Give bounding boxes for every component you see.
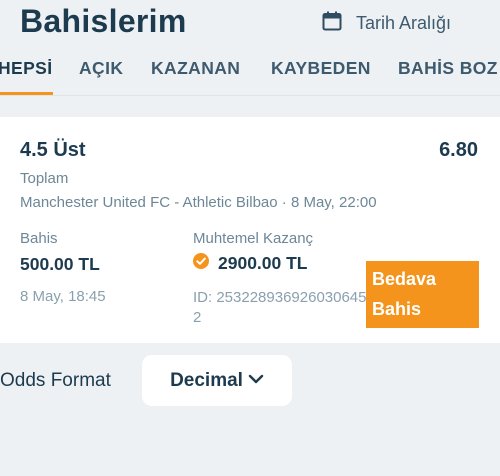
page-title: Bahislerim	[20, 3, 187, 39]
tab-lost[interactable]: KAYBEDEN	[271, 58, 371, 79]
bet-selection: 4.5 Üst	[20, 139, 86, 161]
filter-tabs: HEPSİ AÇIK KAZANAN KAYBEDEN BAHİS BOZ	[0, 58, 500, 96]
header: Bahislerim Tarih Aralığı HEPSİ AÇIK KAZA…	[0, 0, 500, 96]
date-range-filter[interactable]: Tarih Aralığı	[322, 11, 451, 36]
check-circle-icon	[193, 253, 209, 274]
chevron-down-icon	[243, 372, 264, 390]
bet-placed-time: 8 May, 18:45	[20, 288, 106, 305]
free-bet-badge: Bedava Bahis	[366, 261, 479, 328]
bet-market: Toplam	[20, 170, 69, 187]
potential-win-label: Muhtemel Kazanç	[193, 230, 314, 247]
bet-odds: 6.80	[439, 139, 478, 161]
date-range-label: Tarih Aralığı	[356, 13, 452, 33]
bet-card[interactable]: 4.5 Üst 6.80 Toplam Manchester United FC…	[0, 117, 500, 343]
calendar-icon	[322, 11, 342, 36]
stake-label: Bahis	[20, 230, 58, 247]
stake-value: 500.00 TL	[20, 254, 100, 274]
odds-format-select[interactable]: Decimal	[142, 355, 292, 406]
tab-won[interactable]: KAZANAN	[151, 58, 240, 79]
bet-id: ID: 2532289369260306452	[193, 289, 367, 326]
tab-all[interactable]: HEPSİ	[0, 58, 53, 79]
header-divider	[0, 95, 500, 96]
potential-win-row: 2900.00 TL	[193, 253, 308, 274]
tab-open[interactable]: AÇIK	[79, 58, 123, 79]
odds-format-value: Decimal	[170, 369, 243, 391]
bet-event: Manchester United FC - Athletic Bilbao ·…	[20, 194, 377, 211]
tab-cashout[interactable]: BAHİS BOZ	[398, 58, 498, 79]
odds-format-label: Odds Format	[0, 370, 111, 391]
potential-win-value: 2900.00 TL	[218, 253, 308, 273]
